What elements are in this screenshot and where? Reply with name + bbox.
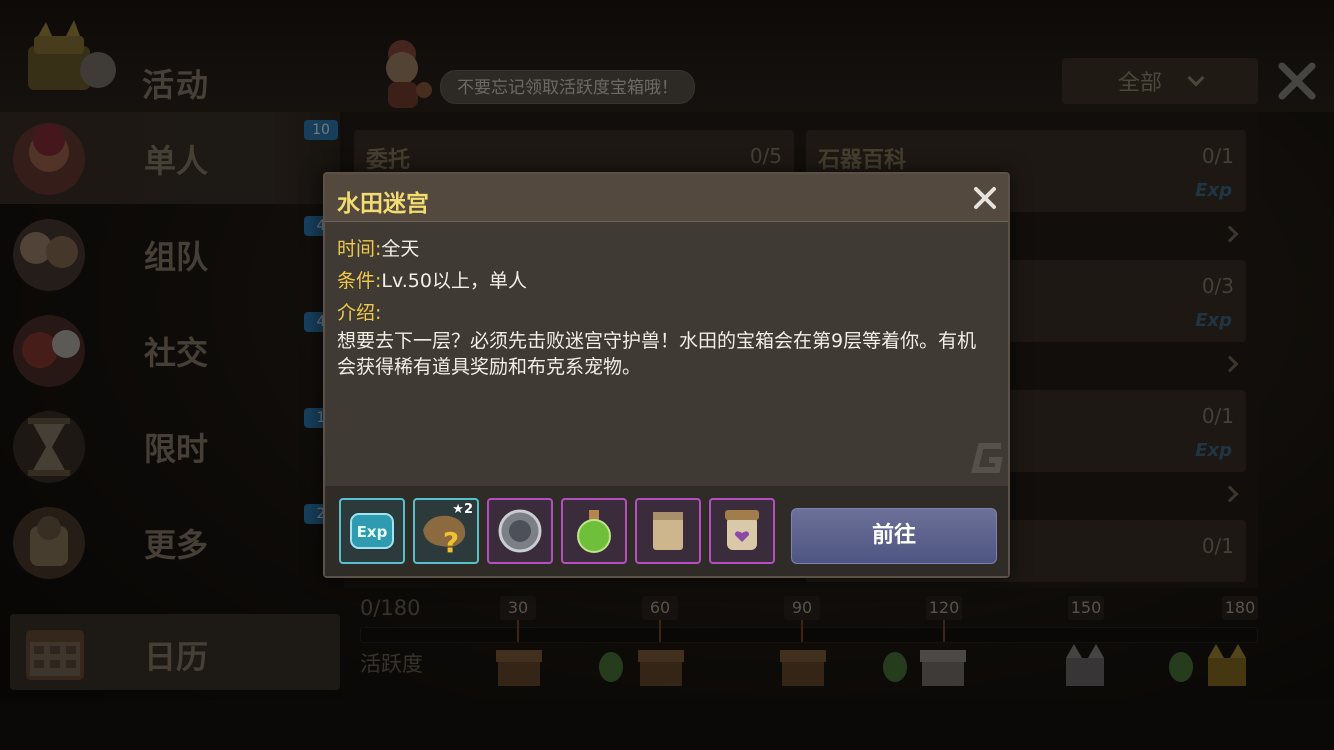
watermark-icon — [971, 443, 1003, 473]
reward-slot[interactable]: ? ★2 — [413, 498, 479, 564]
reward-slot[interactable]: Exp — [339, 498, 405, 564]
go-button[interactable]: 前往 — [791, 508, 997, 564]
reward-slot[interactable] — [709, 498, 775, 564]
intro-key: 介绍: — [337, 302, 382, 324]
badge-icon — [498, 509, 542, 553]
condition-key: 条件: — [337, 270, 382, 292]
jar-icon — [725, 510, 759, 550]
svg-text:?: ? — [443, 526, 459, 559]
scroll-icon — [653, 512, 683, 550]
time-row: 时间:全天 — [337, 234, 419, 261]
potion-icon — [577, 510, 611, 553]
reward-slot[interactable] — [561, 498, 627, 564]
intro-row: 介绍: — [337, 298, 381, 325]
svg-text:Exp: Exp — [357, 523, 388, 541]
reward-slot[interactable] — [487, 498, 553, 564]
condition-value: Lv.50以上，单人 — [381, 270, 527, 292]
dialog-title: 水田迷宫 — [337, 191, 429, 217]
time-value: 全天 — [381, 238, 420, 260]
rewards-bar: Exp ? ★2 前往 — [325, 486, 1008, 576]
time-key: 时间: — [337, 238, 382, 260]
star-count: ★2 — [452, 502, 473, 517]
activity-detail-dialog: 水田迷宫 时间:全天 条件:Lv.50以上，单人 介绍: 想要去下一层？必须先击… — [323, 172, 1010, 578]
reward-slot[interactable] — [635, 498, 701, 564]
exp-icon: Exp — [350, 513, 394, 549]
condition-row: 条件:Lv.50以上，单人 — [337, 266, 527, 293]
close-icon[interactable] — [971, 184, 999, 212]
dialog-header: 水田迷宫 — [325, 174, 1008, 222]
activity-description: 想要去下一层？必须先击败迷宫守护兽！水田的宝箱会在第9层等着你。有机会获得稀有道… — [337, 330, 977, 378]
